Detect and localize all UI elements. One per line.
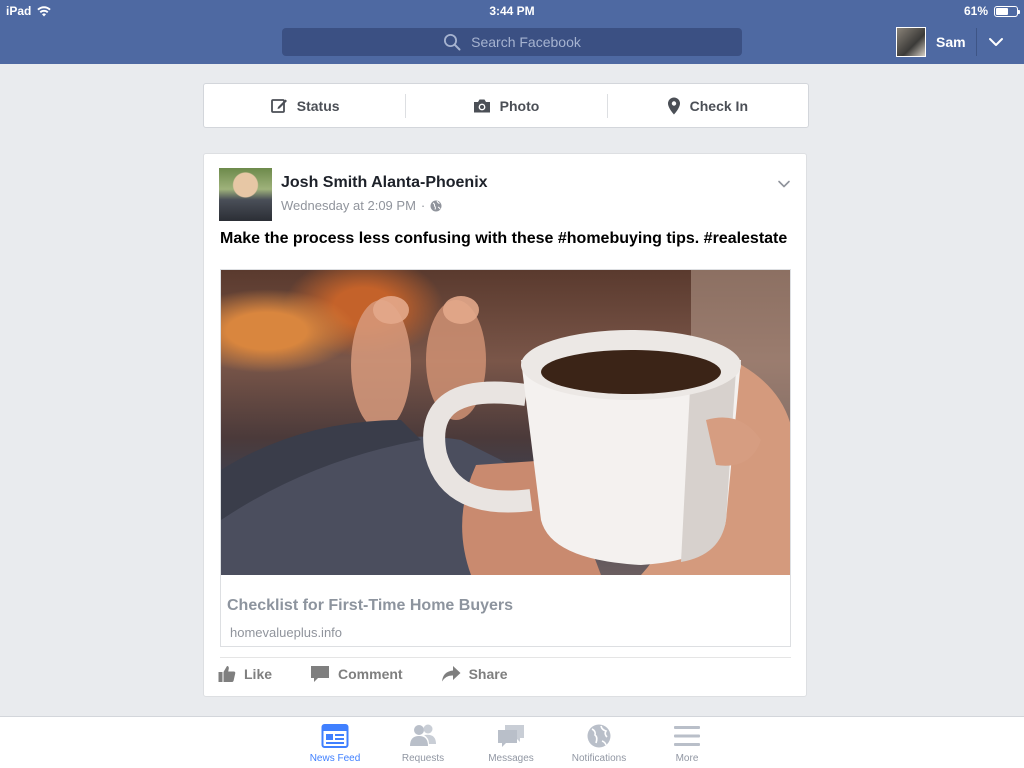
- tab-news-feed[interactable]: News Feed: [298, 723, 372, 764]
- battery-icon: [994, 5, 1020, 17]
- globe-privacy-icon: [430, 200, 442, 211]
- photo-button[interactable]: Photo: [405, 84, 606, 127]
- status-button[interactable]: Status: [204, 84, 405, 127]
- friend-requests-icon: [410, 724, 436, 746]
- comment-label: Comment: [338, 666, 403, 682]
- menu-icon: [674, 726, 700, 746]
- tab-label: Messages: [488, 753, 534, 764]
- search-icon: [444, 34, 461, 51]
- post-text: Make the process less confusing with the…: [220, 230, 788, 247]
- tab-label: More: [675, 753, 699, 764]
- battery-fill: [996, 7, 1008, 15]
- profile-button[interactable]: Sam: [896, 27, 966, 57]
- tab-more[interactable]: More: [650, 723, 724, 764]
- post-actions: Like Comment Share: [218, 665, 508, 683]
- header-divider: [976, 28, 977, 56]
- check-in-label: Check In: [689, 97, 748, 114]
- status-right: 61%: [963, 4, 1020, 18]
- post-author[interactable]: Josh Smith Alanta-Phoenix: [281, 174, 488, 192]
- check-in-button[interactable]: Check In: [606, 84, 808, 127]
- location-pin-icon: [667, 97, 680, 114]
- comment-button[interactable]: Comment: [310, 665, 403, 683]
- profile-name: Sam: [936, 34, 966, 50]
- thumbs-up-icon: [218, 666, 236, 682]
- share-button[interactable]: Share: [441, 665, 508, 683]
- globe-icon: [587, 724, 611, 748]
- tab-requests[interactable]: Requests: [386, 723, 460, 764]
- search-bar[interactable]: Search Facebook: [282, 28, 742, 56]
- messages-icon: [498, 725, 524, 747]
- status-time: 3:44 PM: [489, 4, 535, 18]
- camera-icon: [473, 99, 490, 112]
- status-label: Status: [296, 97, 340, 114]
- link-preview-image[interactable]: [221, 270, 790, 575]
- chevron-down-icon[interactable]: [986, 32, 1006, 52]
- top-bar: iPad 3:44 PM 61% Search Facebook Sam: [0, 0, 1024, 64]
- tab-label: News Feed: [309, 753, 361, 764]
- share-arrow-icon: [441, 666, 461, 682]
- actions-divider: [220, 657, 791, 658]
- like-button[interactable]: Like: [218, 665, 272, 683]
- link-title[interactable]: Checklist for First-Time Home Buyers: [227, 597, 513, 615]
- post-timestamp[interactable]: Wednesday at 2:09 PM: [281, 198, 416, 213]
- news-feed-icon: [321, 724, 349, 748]
- status-bar: iPad 3:44 PM 61%: [0, 0, 1024, 22]
- post-options-chevron-icon[interactable]: [776, 176, 792, 192]
- tab-label: Notifications: [571, 753, 627, 764]
- post-meta: Wednesday at 2:09 PM ·: [281, 198, 442, 213]
- composer-bar: Status Photo Check In: [203, 83, 809, 128]
- tab-notifications[interactable]: Notifications: [562, 723, 636, 764]
- photo-label: Photo: [499, 97, 540, 114]
- like-label: Like: [244, 666, 273, 682]
- search-placeholder: Search Facebook: [471, 34, 581, 50]
- share-label: Share: [468, 666, 508, 682]
- link-preview-card[interactable]: Checklist for First-Time Home Buyers hom…: [220, 269, 791, 647]
- battery-percent: 61%: [963, 4, 988, 18]
- tab-label: Requests: [401, 753, 445, 764]
- edit-icon: [270, 98, 287, 113]
- meta-separator: ·: [420, 198, 426, 213]
- coffee-mug-photo: [221, 270, 790, 575]
- avatar: [896, 27, 926, 57]
- bottom-tab-bar: News Feed Requests Messages Notification…: [0, 716, 1024, 768]
- feed-post: Josh Smith Alanta-Phoenix Wednesday at 2…: [203, 153, 807, 697]
- comment-icon: [311, 666, 330, 682]
- link-domain: homevalueplus.info: [230, 625, 343, 640]
- tab-messages[interactable]: Messages: [474, 723, 548, 764]
- author-avatar[interactable]: [219, 168, 272, 221]
